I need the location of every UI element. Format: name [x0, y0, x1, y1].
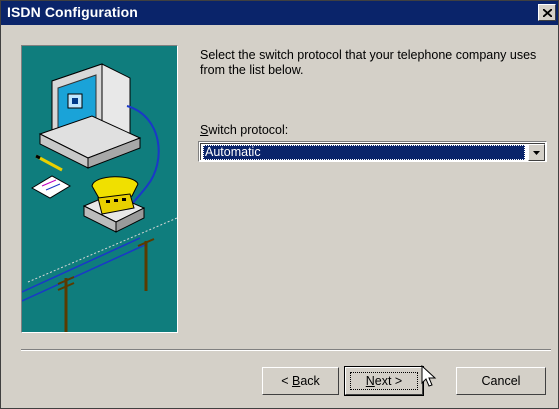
isdn-configuration-dialog: ISDN Configuration Select the switch pro… — [0, 0, 559, 409]
back-mnemonic: B — [291, 374, 301, 388]
close-button[interactable] — [538, 4, 556, 21]
mouse-cursor-icon — [421, 365, 437, 387]
focus-rectangle — [350, 372, 418, 390]
close-icon — [542, 8, 552, 17]
dropdown-button[interactable] — [528, 144, 545, 161]
back-prefix: < — [281, 374, 292, 388]
window-title: ISDN Configuration — [7, 4, 138, 20]
switch-protocol-label-text: witch protocol: — [208, 123, 289, 137]
next-button[interactable]: Next > — [344, 366, 424, 396]
isdn-computer-phone-illustration — [21, 63, 178, 332]
dropdown-arrow-icon — [533, 150, 540, 155]
instruction-text: Select the switch protocol that your tel… — [200, 48, 537, 77]
cancel-label: Cancel — [481, 374, 521, 388]
back-button[interactable]: < Back — [262, 367, 339, 395]
divider — [21, 349, 551, 351]
back-label: ack — [300, 374, 320, 388]
isdn-illustration — [21, 45, 178, 333]
switch-protocol-select[interactable]: Automatic — [198, 141, 547, 162]
switch-protocol-selected-value[interactable]: Automatic — [203, 145, 525, 160]
switch-protocol-label: Switch protocol: — [200, 123, 288, 137]
title-bar[interactable]: ISDN Configuration — [1, 1, 558, 25]
cancel-button[interactable]: Cancel — [456, 367, 546, 395]
select-inner: Automatic — [200, 143, 545, 161]
